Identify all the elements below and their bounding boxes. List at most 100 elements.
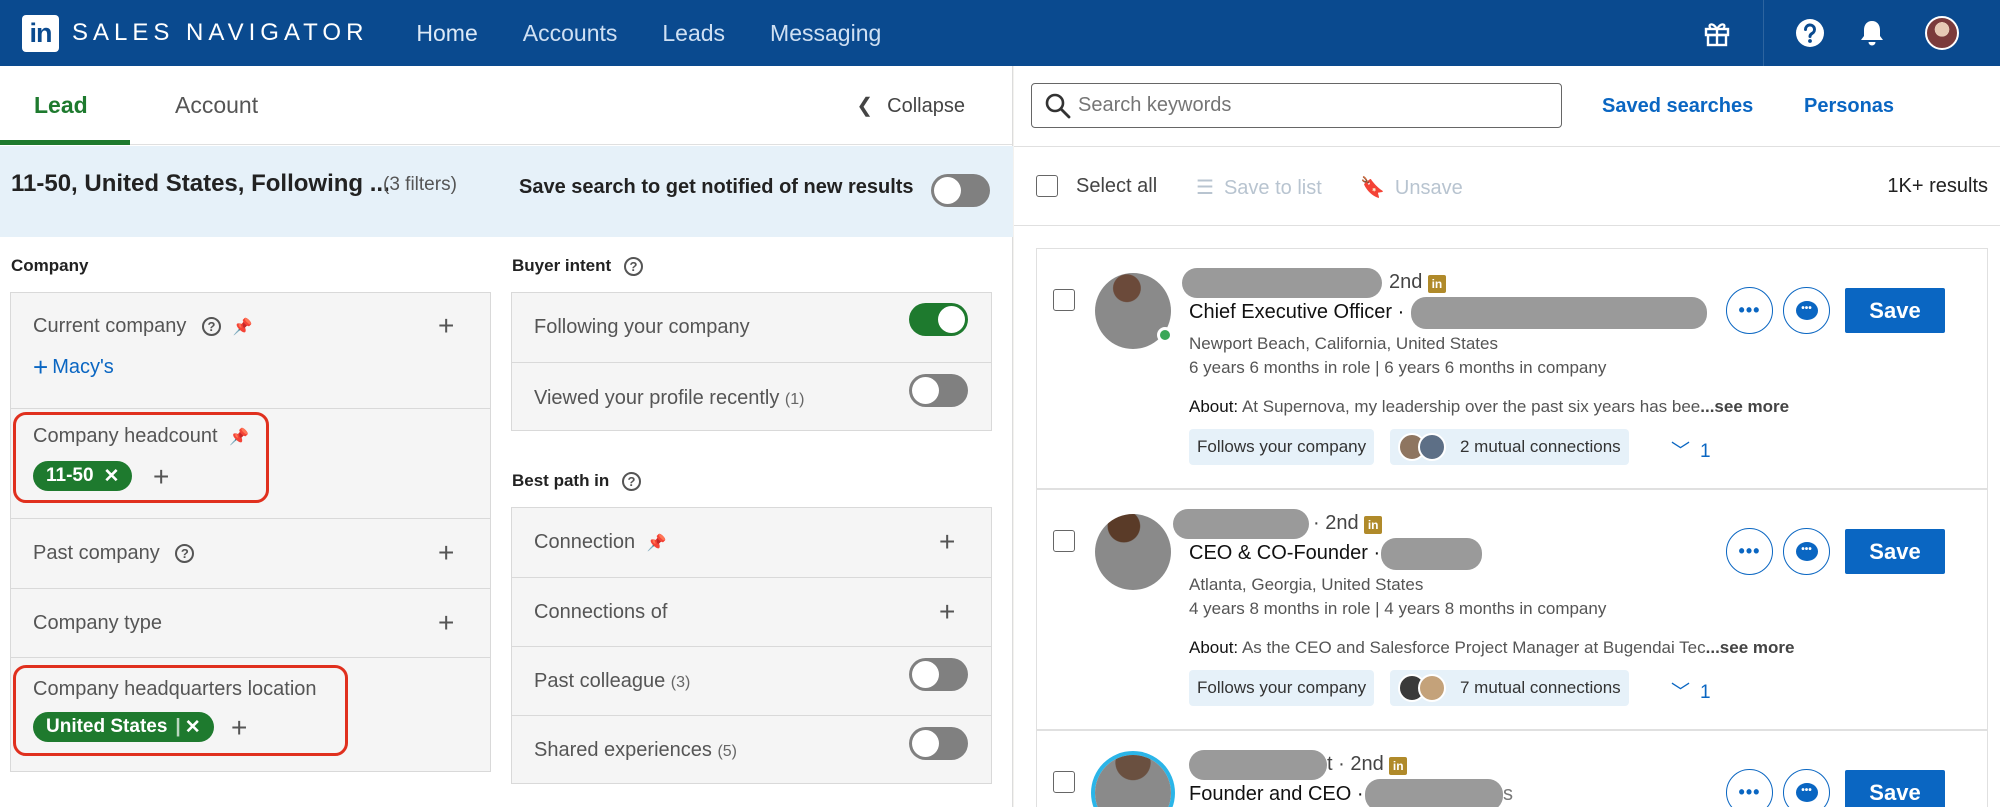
avatar[interactable] [1916,7,1968,59]
redacted-name [1189,750,1327,780]
lead-tenure: 4 years 8 months in role | 4 years 8 mon… [1189,599,1607,618]
redacted-company [1411,297,1707,329]
expand-more[interactable]: ﹀ 1 [1671,436,1711,463]
tab-account[interactable]: Account [175,92,258,119]
lead-avatar[interactable] [1095,755,1171,807]
more-options-button[interactable]: ••• [1726,528,1773,575]
save-to-list-button[interactable]: ☰ Save to list [1196,175,1322,200]
lead-checkbox[interactable] [1053,771,1075,793]
lead-checkbox[interactable] [1053,530,1075,552]
company-type-label: Company type [33,612,162,634]
viewed-toggle[interactable] [909,374,968,407]
add-connections-of-icon[interactable]: + [939,598,955,626]
help-icon[interactable]: ? [622,472,642,492]
bookmark-icon: 🔖 [1360,177,1385,199]
lead-title[interactable]: CEO & CO-Founder · [1189,542,1380,565]
lead-about: About: At Supernova, my leadership over … [1189,397,1789,417]
follows-company-badge: Follows your company [1189,670,1375,706]
mutual-avatar [1418,674,1446,702]
pin-icon[interactable]: 📌 [233,319,253,336]
select-all-label[interactable]: Select all [1076,175,1157,198]
nav-home[interactable]: Home [416,20,477,47]
company-tail: s [1503,783,1513,805]
tab-lead[interactable]: Lead [34,92,88,119]
connection-label: Connection 📌 [534,531,667,554]
search-input[interactable] [1078,92,1548,119]
toggle-knob [912,661,939,688]
linkedin-icon: in [1389,757,1408,775]
help-icon[interactable]: ? [201,317,221,337]
unsave-button[interactable]: 🔖 Unsave [1360,175,1463,200]
help-icon[interactable] [1784,7,1836,59]
expand-more[interactable]: ﹀ 1 [1671,677,1711,704]
gift-icon[interactable] [1691,7,1743,59]
save-lead-button[interactable]: Save [1845,770,1945,807]
filter-past-company[interactable]: Past company ? + [11,518,490,588]
viewed-label: Viewed your profile recently (1) [534,387,804,410]
lead-about: About: As the CEO and Salesforce Project… [1189,638,1794,658]
add-connection-icon[interactable]: + [939,528,955,556]
personas-link[interactable]: Personas [1804,95,1894,118]
mutual-connections-badge[interactable]: 2 mutual connections [1390,429,1629,465]
results-toolbar: Select all ☰ Save to list 🔖 Unsave 1K+ res… [1014,146,2000,226]
message-button[interactable]: ••• [1783,287,1830,334]
nav-messaging[interactable]: Messaging [770,20,881,47]
more-options-button[interactable]: ••• [1726,769,1773,807]
save-lead-button[interactable]: Save [1845,529,1945,574]
lead-title[interactable]: Founder and CEO · [1189,783,1364,806]
plus-icon: + [33,352,49,382]
following-toggle[interactable] [909,303,968,336]
lead-card: 2nd in Chief Executive Officer · Newport… [1036,248,1988,489]
add-current-company-icon[interactable]: + [438,312,454,340]
highlight-headcount [13,412,269,503]
see-more-link[interactable]: ...see more [1700,397,1789,416]
connections-of-label: Connections of [534,601,668,623]
save-search-toggle[interactable] [931,174,990,207]
bell-icon[interactable] [1846,7,1898,59]
lead-checkbox[interactable] [1053,289,1075,311]
pin-icon[interactable]: 📌 [647,535,667,552]
mutual-connections-badge[interactable]: 7 mutual connections [1390,670,1629,706]
filter-panel: Lead Account ❮ Collapse 11-50, United Sta… [0,66,1013,807]
filter-company-type[interactable]: Company type + [11,588,490,657]
toggle-knob [938,306,965,333]
company-section-heading: Company [11,256,89,275]
list-icon: ☰ [1196,177,1214,199]
see-more-link[interactable]: ...see more [1706,638,1795,657]
save-lead-button[interactable]: Save [1845,288,1945,333]
add-past-company-icon[interactable]: + [438,539,454,567]
highlight-hq-location [13,665,348,756]
help-icon[interactable]: ? [175,544,195,564]
saved-searches-link[interactable]: Saved searches [1602,95,1753,118]
past-colleague-toggle[interactable] [909,658,968,691]
filter-tabs: Lead Account ❮ Collapse [0,66,1012,145]
unsave-label: Unsave [1394,177,1463,199]
add-macys-option[interactable]: + Macy's [33,352,114,383]
search-box[interactable] [1031,83,1562,128]
redacted-name [1182,268,1382,298]
filter-connection[interactable]: Connection 📌 + [512,508,991,577]
message-button[interactable]: ••• [1783,769,1830,807]
lead-location: Newport Beach, California, United States [1189,334,1498,353]
add-company-type-icon[interactable]: + [438,609,454,637]
filter-connections-of[interactable]: Connections of + [512,577,991,646]
more-options-button[interactable]: ••• [1726,287,1773,334]
past-company-text: Past company [33,542,160,564]
lead-avatar[interactable] [1095,514,1171,590]
help-icon[interactable]: ? [623,257,643,277]
lead-tenure: 6 years 6 months in role | 6 years 6 mon… [1189,358,1607,377]
message-button[interactable]: ••• [1783,528,1830,575]
nav-accounts[interactable]: Accounts [523,20,618,47]
nav-leads[interactable]: Leads [662,20,725,47]
buyer-intent-box: Following your company Viewed your profi… [511,292,992,431]
brand[interactable]: in SALES NAVIGATOR [22,14,368,52]
best-path-box: Connection 📌 + Connections of + Past col… [511,507,992,784]
select-all-checkbox[interactable] [1036,175,1058,197]
shared-toggle[interactable] [909,727,968,760]
filter-viewed-profile: Viewed your profile recently (1) [512,362,991,432]
connection-text: Connection [534,531,636,553]
collapse-button[interactable]: ❮ Collapse [856,93,965,118]
redacted-name [1173,509,1309,539]
follows-company-badge: Follows your company [1189,429,1375,465]
lead-title[interactable]: Chief Executive Officer · [1189,301,1404,324]
